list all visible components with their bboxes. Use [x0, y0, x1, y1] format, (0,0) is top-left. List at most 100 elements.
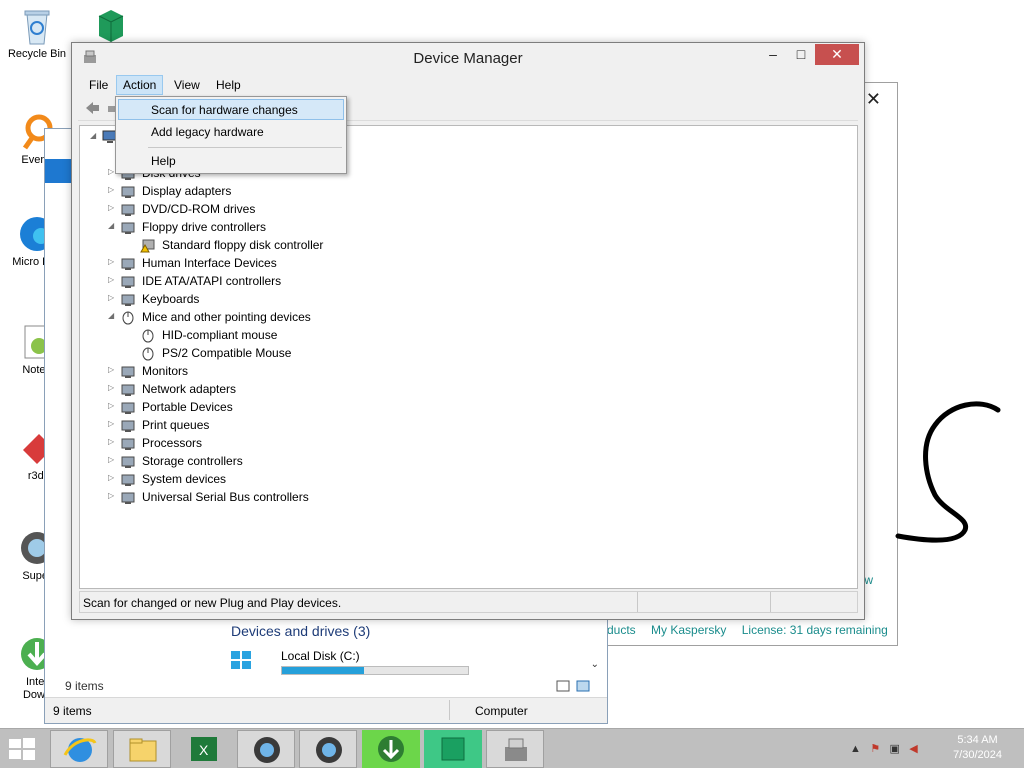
- svg-text:X: X: [199, 742, 209, 758]
- products-link[interactable]: ducts: [607, 623, 636, 637]
- view-toggle-icons[interactable]: [555, 679, 595, 693]
- tree-item[interactable]: ▷ Universal Serial Bus controllers: [108, 488, 508, 506]
- taskbar-kaspersky[interactable]: [424, 730, 482, 768]
- desktop-icon-recycle-bin[interactable]: Recycle Bin: [4, 6, 70, 60]
- tree-item[interactable]: ▷ Portable Devices: [108, 398, 508, 416]
- local-disk-label[interactable]: Local Disk (C:): [281, 649, 360, 663]
- handwritten-scribble: [895, 401, 1001, 543]
- ide-controller-icon: [120, 273, 136, 289]
- taskbar-file-explorer[interactable]: [113, 730, 171, 768]
- tray-expand-icon[interactable]: ▲: [850, 743, 861, 755]
- tree-item[interactable]: ◢ Floppy drive controllers: [108, 218, 508, 236]
- tree-item-label: Processors: [142, 436, 203, 450]
- partial-link[interactable]: w: [864, 573, 873, 587]
- taskbar-idm[interactable]: [362, 730, 420, 768]
- close-button[interactable]: ✕: [815, 44, 859, 65]
- tree-item[interactable]: PS/2 Compatible Mouse: [128, 344, 528, 362]
- network-adapter-icon: [120, 381, 136, 397]
- floppy-controller-warning-icon: [140, 237, 156, 253]
- expand-arrow-icon[interactable]: ▷: [108, 419, 118, 428]
- maximize-button[interactable]: □: [790, 44, 812, 65]
- taskbar-device-manager[interactable]: [486, 730, 544, 768]
- tree-item[interactable]: ▷ Monitors: [108, 362, 508, 380]
- close-icon[interactable]: ✕: [866, 89, 881, 110]
- desktop-icon-green-box[interactable]: [86, 6, 136, 46]
- minimize-button[interactable]: –: [762, 44, 784, 65]
- taskbar-excel[interactable]: X: [175, 730, 233, 768]
- tree-item[interactable]: ▷ Keyboards: [108, 290, 508, 308]
- tree-item[interactable]: ▷ Print queues: [108, 416, 508, 434]
- expand-arrow-icon[interactable]: ▷: [108, 365, 118, 374]
- system-tray: ▲ ⚑ ▣ ◀: [850, 741, 940, 759]
- menu-help[interactable]: Help: [209, 75, 248, 95]
- tree-item[interactable]: ▷ Storage controllers: [108, 452, 508, 470]
- titlebar[interactable]: Device Manager – □ ✕: [72, 43, 864, 73]
- menu-file[interactable]: File: [82, 75, 115, 95]
- tree-item-label: IDE ATA/ATAPI controllers: [142, 274, 282, 288]
- tree-item-label: Keyboards: [142, 292, 200, 306]
- collapse-arrow-icon[interactable]: ◢: [108, 311, 118, 320]
- back-arrow-icon[interactable]: [84, 100, 100, 116]
- windows-logo-icon: [9, 738, 35, 760]
- dvd-drive-icon: [120, 201, 136, 217]
- expand-arrow-icon[interactable]: ▷: [108, 257, 118, 266]
- tree-item[interactable]: ▷ System devices: [108, 470, 508, 488]
- statusbar: Scan for changed or new Plug and Play de…: [79, 591, 858, 613]
- tree-item[interactable]: ▷ IDE ATA/ATAPI controllers: [108, 272, 508, 290]
- expand-arrow-icon[interactable]: ▷: [108, 437, 118, 446]
- clock[interactable]: 5:34 AM 7/30/2024: [953, 733, 1002, 763]
- menu-item-help[interactable]: Help: [118, 150, 344, 171]
- local-disk-icon: [231, 651, 253, 669]
- tree-item-label: DVD/CD-ROM drives: [142, 202, 256, 216]
- expand-arrow-icon[interactable]: ▷: [108, 401, 118, 410]
- tree-item[interactable]: ▷ Network adapters: [108, 380, 508, 398]
- tree-item[interactable]: Standard floppy disk controller: [128, 236, 528, 254]
- menu-item-scan-hardware[interactable]: Scan for hardware changes: [118, 99, 344, 120]
- expand-arrow-icon[interactable]: ▷: [108, 203, 118, 212]
- tray-volume-icon[interactable]: ◀: [909, 742, 917, 755]
- devices-drives-header[interactable]: Devices and drives (3): [231, 623, 370, 639]
- collapse-arrow-icon[interactable]: ◢: [108, 221, 118, 230]
- collapse-arrow-icon[interactable]: ◢: [90, 131, 100, 140]
- tree-item[interactable]: ▷ Human Interface Devices: [108, 254, 508, 272]
- menu-separator: [148, 147, 342, 148]
- file-explorer-icon: [129, 738, 157, 762]
- expand-arrow-icon[interactable]: ▷: [108, 293, 118, 302]
- expand-arrow-icon[interactable]: ▷: [108, 491, 118, 500]
- status-divider: [449, 700, 450, 720]
- expand-arrow-icon[interactable]: ▷: [108, 185, 118, 194]
- expand-arrow-icon[interactable]: ▷: [108, 473, 118, 482]
- taskbar-internet-explorer[interactable]: [50, 730, 108, 768]
- license-link[interactable]: License: 31 days remaining: [742, 623, 888, 637]
- status-text: Scan for changed or new Plug and Play de…: [83, 596, 342, 610]
- expand-arrow-icon[interactable]: ▷: [108, 455, 118, 464]
- tree-item-label: Mice and other pointing devices: [142, 310, 311, 324]
- menu-item-add-legacy-hardware[interactable]: Add legacy hardware: [118, 121, 344, 142]
- expand-arrow-icon[interactable]: ▷: [108, 383, 118, 392]
- taskbar-browser-2[interactable]: [299, 730, 357, 768]
- tree-item-label: Display adapters: [142, 184, 232, 198]
- menu-action[interactable]: Action: [116, 75, 164, 95]
- tree-item[interactable]: ◢ Mice and other pointing devices: [108, 308, 508, 326]
- items-count: 9 items: [65, 679, 104, 693]
- status-items: 9 items: [53, 704, 92, 718]
- disk-usage-fill: [282, 667, 364, 674]
- tree-item[interactable]: HID-compliant mouse: [128, 326, 528, 344]
- monitor-icon: [120, 363, 136, 379]
- scroll-down-icon[interactable]: ⌄: [591, 659, 599, 670]
- mouse-icon: [140, 345, 156, 361]
- device-manager-icon: [505, 738, 527, 761]
- excel-icon: X: [191, 737, 217, 761]
- tree-item[interactable]: ▷ DVD/CD-ROM drives: [108, 200, 508, 218]
- start-button[interactable]: [8, 737, 36, 761]
- tray-network-icon[interactable]: ▣: [889, 742, 899, 755]
- taskbar-browser-1[interactable]: [237, 730, 295, 768]
- green-box-icon: [91, 6, 131, 46]
- my-kaspersky-link[interactable]: My Kaspersky: [651, 623, 726, 637]
- tree-item[interactable]: ▷ Processors: [108, 434, 508, 452]
- device-tree[interactable]: ◢ ▷Disk drives▷Display adapters▷DVD/CD-R…: [79, 125, 858, 589]
- expand-arrow-icon[interactable]: ▷: [108, 275, 118, 284]
- tree-item[interactable]: ▷ Display adapters: [108, 182, 508, 200]
- tray-flag-icon[interactable]: ⚑: [870, 742, 880, 755]
- menu-view[interactable]: View: [167, 75, 207, 95]
